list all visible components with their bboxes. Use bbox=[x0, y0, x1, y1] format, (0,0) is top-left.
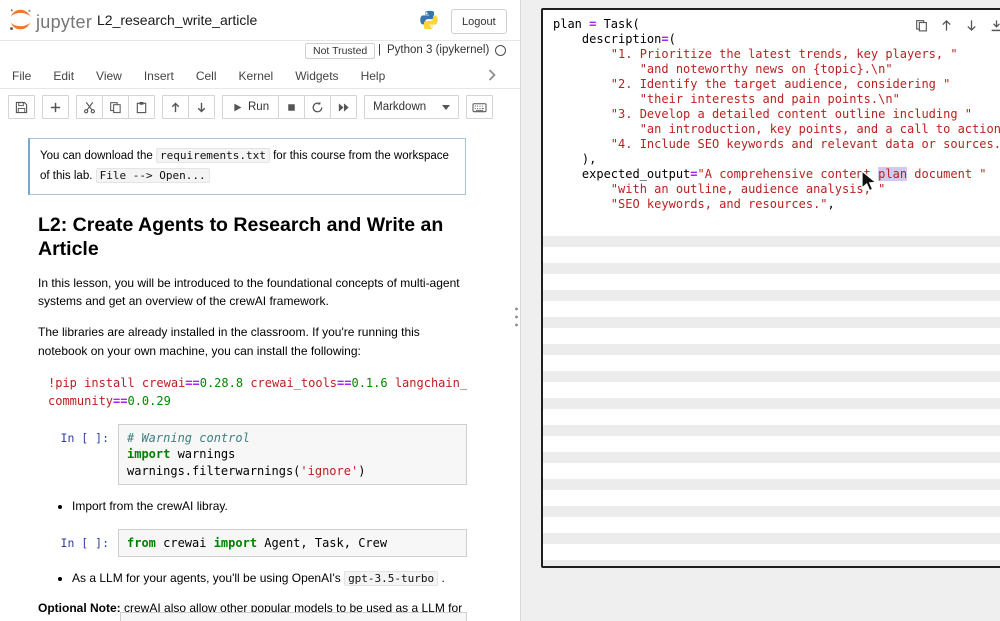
cell-prompt: In [ ]: bbox=[0, 529, 118, 550]
notebook-header: jupyter L2_research_write_article Logout bbox=[0, 0, 520, 41]
jupyter-notebook-pane: jupyter L2_research_write_article Logout… bbox=[0, 0, 521, 621]
list-item: As a LLM for your agents, you'll be usin… bbox=[72, 569, 519, 588]
menu-help[interactable]: Help bbox=[361, 69, 386, 83]
paste-cell-button[interactable] bbox=[128, 95, 155, 119]
jupyter-logo-icon bbox=[8, 7, 33, 37]
code-editor-panel[interactable]: plan = Task( description=( "1. Prioritiz… bbox=[541, 8, 1000, 568]
download-info-box: You can download the requirements.txt fo… bbox=[28, 138, 466, 195]
kernel-idle-icon bbox=[495, 45, 506, 56]
menu-insert[interactable]: Insert bbox=[144, 69, 174, 83]
python-logo-icon bbox=[418, 9, 440, 31]
trust-status-badge[interactable]: Not Trusted bbox=[305, 43, 375, 59]
menu-bar: File Edit View Insert Cell Kernel Widget… bbox=[0, 63, 520, 89]
menu-edit[interactable]: Edit bbox=[53, 69, 74, 83]
jupyter-wordmark: jupyter bbox=[36, 12, 92, 33]
reference-pane: plan = Task( description=( "1. Prioritiz… bbox=[521, 0, 1000, 621]
menu-kernel[interactable]: Kernel bbox=[239, 69, 274, 83]
restart-run-all-button[interactable] bbox=[330, 95, 357, 119]
pane-resize-handle[interactable] bbox=[514, 306, 519, 333]
notebook-toolbar: Run Markdown bbox=[0, 89, 520, 125]
copy-icon[interactable] bbox=[913, 17, 929, 33]
logout-button[interactable]: Logout bbox=[451, 9, 507, 34]
cell-type-value: Markdown bbox=[373, 101, 426, 113]
bullet-list-import: Import from the crewAI libray. bbox=[58, 497, 519, 515]
jupyter-logo[interactable]: jupyter bbox=[8, 7, 92, 37]
list-item: Import from the crewAI libray. bbox=[72, 497, 519, 515]
copy-cell-button[interactable] bbox=[102, 95, 129, 119]
menu-widgets[interactable]: Widgets bbox=[295, 69, 338, 83]
lesson-intro-paragraph: In this lesson, you will be introduced t… bbox=[38, 274, 470, 311]
menu-cell[interactable]: Cell bbox=[196, 69, 217, 83]
kernel-indicator: | Python 3 (ipykernel) bbox=[378, 44, 506, 56]
editor-toolbar bbox=[913, 17, 1000, 33]
kernel-status-bar: Not Trusted | Python 3 (ipykernel) bbox=[0, 41, 520, 63]
kernel-name[interactable]: Python 3 (ipykernel) bbox=[387, 44, 489, 56]
menu-file[interactable]: File bbox=[12, 69, 31, 83]
run-icon bbox=[232, 102, 243, 113]
add-cell-button[interactable] bbox=[42, 95, 69, 119]
download-icon[interactable] bbox=[988, 17, 1000, 33]
code-cell-warning-control[interactable]: In [ ]: # Warning controlimport warnings… bbox=[0, 424, 467, 485]
restart-kernel-button[interactable] bbox=[304, 95, 331, 119]
notebook-title[interactable]: L2_research_write_article bbox=[97, 12, 257, 28]
run-label: Run bbox=[248, 101, 269, 113]
kernel-separator: | bbox=[378, 44, 381, 56]
install-paragraph: The libraries are already installed in t… bbox=[38, 323, 470, 360]
save-button[interactable] bbox=[8, 95, 35, 119]
page-title: L2: Create Agents to Research and Write … bbox=[38, 213, 476, 262]
code-cell-imports[interactable]: In [ ]: from crewai import Agent, Task, … bbox=[0, 529, 467, 557]
cut-cell-button[interactable] bbox=[76, 95, 103, 119]
next-cell-peek[interactable] bbox=[120, 612, 467, 621]
cell-input[interactable]: # Warning controlimport warningswarnings… bbox=[118, 424, 467, 485]
pip-install-code: !pip install crewai==0.28.8 crewai_tools… bbox=[48, 374, 468, 410]
run-button[interactable]: Run bbox=[222, 95, 279, 119]
menu-view[interactable]: View bbox=[96, 69, 122, 83]
chevron-right-icon[interactable] bbox=[488, 68, 496, 86]
cell-prompt: In [ ]: bbox=[0, 424, 118, 445]
command-palette-button[interactable] bbox=[466, 95, 493, 119]
move-cell-down-button[interactable] bbox=[188, 95, 215, 119]
empty-lines-area bbox=[543, 220, 1000, 566]
arrow-up-icon[interactable] bbox=[938, 17, 954, 33]
cell-input[interactable]: from crewai import Agent, Task, Crew bbox=[118, 529, 467, 557]
interrupt-kernel-button[interactable] bbox=[278, 95, 305, 119]
arrow-down-icon[interactable] bbox=[963, 17, 979, 33]
notebook-content: You can download the requirements.txt fo… bbox=[0, 124, 519, 621]
cell-type-select[interactable]: Markdown bbox=[364, 95, 459, 119]
move-cell-up-button[interactable] bbox=[162, 95, 189, 119]
task-definition-code[interactable]: plan = Task( description=( "1. Prioritiz… bbox=[553, 17, 1000, 212]
chevron-down-icon bbox=[442, 105, 450, 110]
bullet-list-llm: As a LLM for your agents, you'll be usin… bbox=[58, 569, 519, 588]
